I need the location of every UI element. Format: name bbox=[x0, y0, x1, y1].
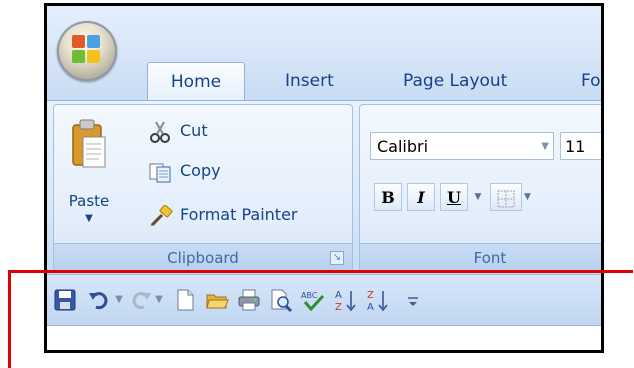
paste-label: Paste bbox=[68, 192, 110, 210]
undo-dropdown-icon[interactable]: ▼ bbox=[113, 288, 125, 312]
clipboard-dialog-launcher-icon[interactable]: ↘ bbox=[330, 251, 344, 265]
svg-text:A: A bbox=[367, 302, 374, 312]
svg-text:A: A bbox=[335, 290, 342, 301]
office-logo-icon bbox=[72, 35, 102, 65]
print-preview-icon[interactable] bbox=[269, 288, 293, 312]
office-button[interactable] bbox=[57, 21, 117, 81]
tab-home[interactable]: Home bbox=[147, 62, 245, 101]
cut-label: Cut bbox=[180, 121, 208, 140]
paintbrush-icon bbox=[150, 204, 173, 226]
quick-access-toolbar: ▼ ▼ ABC A Z Z A bbox=[47, 274, 601, 325]
font-size-combobox[interactable]: 11 bbox=[560, 132, 601, 160]
redo-icon[interactable] bbox=[129, 288, 153, 312]
font-group: Calibri ▼ 11 B I U ▼ ▼ Font bbox=[359, 104, 601, 273]
svg-text:Z: Z bbox=[335, 302, 342, 312]
italic-button[interactable]: I bbox=[407, 183, 435, 211]
sort-descending-icon[interactable]: Z A bbox=[365, 288, 389, 312]
clipboard-group: Paste ▼ Cut Copy Format Painter Clipboar… bbox=[53, 104, 353, 273]
underline-dropdown-icon[interactable]: ▼ bbox=[471, 183, 485, 211]
excel-window: Home Insert Page Layout Fo Paste ▼ Cut C… bbox=[44, 3, 604, 353]
tab-insert[interactable]: Insert bbox=[271, 62, 348, 100]
ribbon-tab-bar: Home Insert Page Layout Fo bbox=[47, 6, 601, 102]
svg-text:ABC: ABC bbox=[301, 291, 318, 300]
font-group-label: Font bbox=[360, 243, 601, 272]
format-painter-label: Format Painter bbox=[180, 205, 298, 224]
sort-ascending-icon[interactable]: A Z bbox=[333, 288, 357, 312]
svg-text:Z: Z bbox=[367, 290, 374, 301]
new-document-icon[interactable] bbox=[173, 288, 197, 312]
worksheet-area bbox=[47, 325, 601, 350]
redo-dropdown-icon[interactable]: ▼ bbox=[153, 288, 165, 312]
paste-button[interactable]: Paste ▼ bbox=[60, 113, 118, 238]
copy-icon bbox=[149, 163, 171, 182]
annotation-horizontal-line bbox=[8, 270, 633, 273]
cut-button[interactable]: Cut bbox=[148, 117, 208, 145]
tab-page-layout[interactable]: Page Layout bbox=[389, 62, 521, 100]
underline-button[interactable]: U bbox=[440, 183, 468, 211]
annotation-vertical-line bbox=[8, 270, 11, 368]
undo-icon[interactable] bbox=[87, 288, 111, 312]
font-name-value: Calibri bbox=[377, 137, 429, 156]
copy-button[interactable]: Copy bbox=[148, 157, 221, 185]
bold-button[interactable]: B bbox=[374, 183, 402, 211]
borders-icon bbox=[497, 190, 515, 207]
copy-label: Copy bbox=[180, 161, 221, 180]
customize-toolbar-icon[interactable] bbox=[401, 288, 425, 312]
open-folder-icon[interactable] bbox=[205, 288, 229, 312]
save-icon[interactable] bbox=[53, 288, 77, 312]
paste-icon bbox=[72, 119, 106, 168]
borders-button[interactable] bbox=[490, 183, 522, 211]
font-name-dropdown-icon[interactable]: ▼ bbox=[541, 133, 549, 161]
scissors-icon bbox=[150, 120, 170, 143]
borders-dropdown-icon[interactable]: ▼ bbox=[524, 183, 538, 211]
ribbon: Paste ▼ Cut Copy Format Painter Clipboar… bbox=[47, 100, 601, 274]
clipboard-group-label: Clipboard bbox=[54, 243, 352, 272]
tab-formulas[interactable]: Fo bbox=[567, 62, 601, 100]
format-painter-button[interactable]: Format Painter bbox=[148, 201, 297, 229]
font-name-combobox[interactable]: Calibri ▼ bbox=[370, 132, 554, 160]
quick-print-icon[interactable] bbox=[237, 288, 261, 312]
spelling-icon[interactable]: ABC bbox=[301, 288, 325, 312]
paste-dropdown-arrow-icon[interactable]: ▼ bbox=[60, 213, 118, 224]
font-size-value: 11 bbox=[565, 137, 586, 156]
